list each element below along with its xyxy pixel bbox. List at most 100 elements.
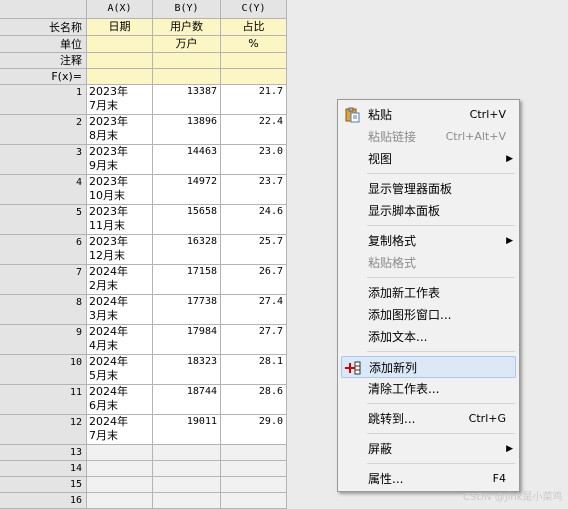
- row-header[interactable]: 13: [0, 445, 87, 461]
- ratio-cell[interactable]: 25.7: [221, 235, 287, 265]
- meta-cell[interactable]: [221, 69, 287, 85]
- date-cell[interactable]: 2024年 2月末: [87, 265, 153, 295]
- users-cell[interactable]: 13387: [153, 85, 221, 115]
- row-header[interactable]: 6: [0, 235, 87, 265]
- menu-item-copy-format[interactable]: 复制格式 ▶: [341, 230, 516, 252]
- empty-cell[interactable]: [221, 493, 287, 509]
- row-header[interactable]: 9: [0, 325, 87, 355]
- menu-item-show-manager[interactable]: 显示管理器面板: [341, 178, 516, 200]
- date-year: 2024年: [89, 385, 128, 398]
- row-header[interactable]: 4: [0, 175, 87, 205]
- column-header[interactable]: B(Y): [153, 0, 221, 19]
- row-header[interactable]: 5: [0, 205, 87, 235]
- menu-item-show-script[interactable]: 显示脚本面板: [341, 200, 516, 222]
- meta-cell[interactable]: [87, 53, 153, 69]
- ratio-cell[interactable]: 23.7: [221, 175, 287, 205]
- menu-item-paste[interactable]: 粘贴 Ctrl+V: [341, 104, 516, 126]
- row-header[interactable]: 10: [0, 355, 87, 385]
- ratio-cell[interactable]: 28.6: [221, 385, 287, 415]
- users-cell[interactable]: 16328: [153, 235, 221, 265]
- row-header[interactable]: 11: [0, 385, 87, 415]
- users-cell[interactable]: 17984: [153, 325, 221, 355]
- empty-cell[interactable]: [87, 461, 153, 477]
- date-year: 2023年: [89, 205, 128, 218]
- empty-cell[interactable]: [153, 493, 221, 509]
- row-header[interactable]: 7: [0, 265, 87, 295]
- corner-cell[interactable]: [0, 0, 87, 19]
- ratio-cell[interactable]: 26.7: [221, 265, 287, 295]
- row-header[interactable]: 2: [0, 115, 87, 145]
- menu-item-view[interactable]: 视图 ▶: [341, 148, 516, 170]
- users-cell[interactable]: 19011: [153, 415, 221, 445]
- date-cell[interactable]: 2023年 12月末: [87, 235, 153, 265]
- empty-cell[interactable]: [221, 477, 287, 493]
- ratio-cell[interactable]: 21.7: [221, 85, 287, 115]
- menu-item-mask[interactable]: 屏蔽 ▶: [341, 438, 516, 460]
- users-cell[interactable]: 18323: [153, 355, 221, 385]
- date-cell[interactable]: 2023年 7月末: [87, 85, 153, 115]
- meta-cell[interactable]: %: [221, 36, 287, 53]
- date-cell[interactable]: 2023年 8月末: [87, 115, 153, 145]
- menu-item-add-worksheet[interactable]: 添加新工作表: [341, 282, 516, 304]
- date-cell[interactable]: 2023年 9月末: [87, 145, 153, 175]
- meta-cell[interactable]: 占比: [221, 19, 287, 36]
- meta-cell[interactable]: [87, 36, 153, 53]
- users-cell[interactable]: 18744: [153, 385, 221, 415]
- ratio-cell[interactable]: 28.1: [221, 355, 287, 385]
- meta-cell[interactable]: 万户: [153, 36, 221, 53]
- date-cell[interactable]: 2024年 5月末: [87, 355, 153, 385]
- column-header[interactable]: C(Y): [221, 0, 287, 19]
- empty-cell[interactable]: [153, 445, 221, 461]
- ratio-cell[interactable]: 27.7: [221, 325, 287, 355]
- row-header[interactable]: 1: [0, 85, 87, 115]
- ratio-cell[interactable]: 24.6: [221, 205, 287, 235]
- users-cell[interactable]: 17738: [153, 295, 221, 325]
- empty-cell[interactable]: [153, 477, 221, 493]
- ratio-cell[interactable]: 23.0: [221, 145, 287, 175]
- date-cell[interactable]: 2024年 4月末: [87, 325, 153, 355]
- date-cell[interactable]: 2023年 10月末: [87, 175, 153, 205]
- empty-cell[interactable]: [221, 445, 287, 461]
- empty-cell[interactable]: [87, 477, 153, 493]
- ratio-cell[interactable]: 27.4: [221, 295, 287, 325]
- users-cell[interactable]: 15658: [153, 205, 221, 235]
- menu-item-clear-worksheet[interactable]: 清除工作表...: [341, 378, 516, 400]
- row-header[interactable]: 15: [0, 477, 87, 493]
- menu-item-goto[interactable]: 跳转到... Ctrl+G: [341, 408, 516, 430]
- ratio-cell[interactable]: 29.0: [221, 415, 287, 445]
- row-header[interactable]: 14: [0, 461, 87, 477]
- row-header[interactable]: 16: [0, 493, 87, 509]
- users-cell[interactable]: 14972: [153, 175, 221, 205]
- ratio-cell[interactable]: 22.4: [221, 115, 287, 145]
- meta-cell[interactable]: [153, 53, 221, 69]
- row-header[interactable]: 8: [0, 295, 87, 325]
- users-cell[interactable]: 17158: [153, 265, 221, 295]
- column-header[interactable]: A(X): [87, 0, 153, 19]
- meta-cell[interactable]: [153, 69, 221, 85]
- menu-item-properties[interactable]: 属性... F4: [341, 468, 516, 490]
- menu-item-add-column[interactable]: 添加新列: [341, 356, 516, 378]
- menu-item-label: 显示管理器面板: [368, 182, 453, 196]
- date-cell[interactable]: 2024年 3月末: [87, 295, 153, 325]
- worksheet[interactable]: A(X) B(Y) C(Y) 长名称 日期 用户数 占比 单位 万户% 注释 F(x)= 1 2023年…: [0, 0, 287, 509]
- date-year: 2023年: [89, 175, 128, 188]
- meta-cell[interactable]: [87, 69, 153, 85]
- menu-item-add-graph[interactable]: 添加图形窗口...: [341, 304, 516, 326]
- meta-cell[interactable]: [221, 53, 287, 69]
- menu-shortcut: Ctrl+Alt+V: [445, 130, 506, 143]
- empty-cell[interactable]: [153, 461, 221, 477]
- row-header[interactable]: 12: [0, 415, 87, 445]
- empty-cell[interactable]: [87, 493, 153, 509]
- menu-separator: [367, 173, 515, 174]
- menu-item-add-text[interactable]: 添加文本...: [341, 326, 516, 348]
- meta-cell[interactable]: 用户数: [153, 19, 221, 36]
- meta-cell[interactable]: 日期: [87, 19, 153, 36]
- empty-cell[interactable]: [87, 445, 153, 461]
- date-cell[interactable]: 2023年 11月末: [87, 205, 153, 235]
- date-cell[interactable]: 2024年 6月末: [87, 385, 153, 415]
- row-header[interactable]: 3: [0, 145, 87, 175]
- users-cell[interactable]: 14463: [153, 145, 221, 175]
- date-cell[interactable]: 2024年 7月末: [87, 415, 153, 445]
- empty-cell[interactable]: [221, 461, 287, 477]
- users-cell[interactable]: 13896: [153, 115, 221, 145]
